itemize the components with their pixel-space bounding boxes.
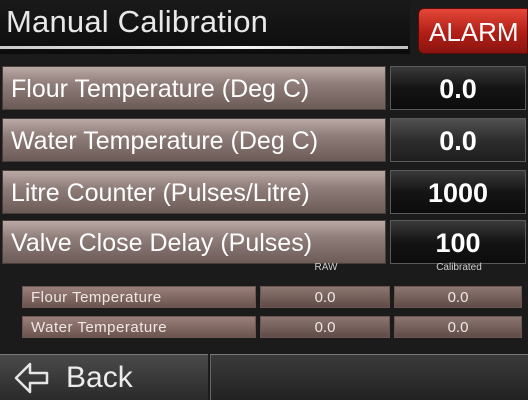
calibrated-column-header: Calibrated [436,262,482,273]
table-row-water-raw: 0.0 [260,316,390,338]
title-underline [0,46,408,49]
title-bar: Manual Calibration [0,0,410,54]
litre-counter-label: Litre Counter (Pulses/Litre) [2,170,386,214]
water-temperature-label: Water Temperature (Deg C) [2,118,386,162]
valve-close-delay-value[interactable]: 100 [390,220,526,264]
valve-close-delay-label: Valve Close Delay (Pulses) [2,220,386,264]
table-row-water-calibrated: 0.0 [394,316,522,338]
water-temperature-value[interactable]: 0.0 [390,118,526,162]
table-row-flour-label: Flour Temperature [22,286,256,308]
back-button[interactable]: Back [0,354,208,400]
footer-status-area [210,354,528,400]
raw-column-header: RAW [314,262,338,273]
table-row-flour-raw: 0.0 [260,286,390,308]
flour-temperature-label: Flour Temperature (Deg C) [2,66,386,110]
alarm-button[interactable]: ALARM [418,8,528,54]
back-arrow-icon [14,362,49,394]
back-button-label: Back [66,361,133,394]
flour-temperature-value[interactable]: 0.0 [390,66,526,110]
litre-counter-value[interactable]: 1000 [390,170,526,214]
table-row-water-label: Water Temperature [22,316,256,338]
page-title: Manual Calibration [6,4,269,39]
table-row-flour-calibrated: 0.0 [394,286,522,308]
